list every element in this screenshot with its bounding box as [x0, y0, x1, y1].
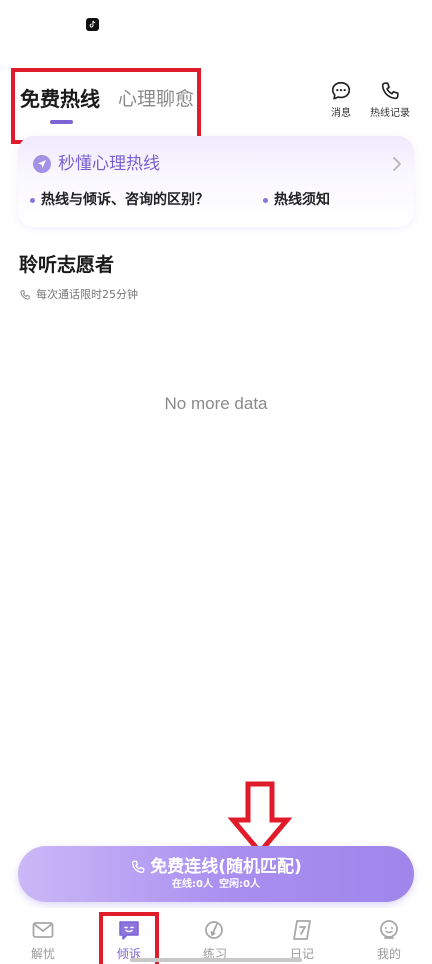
message-bubble-icon [331, 81, 351, 100]
idle-count: 空闲:0人 [219, 879, 260, 890]
home-indicator [130, 958, 302, 962]
nav-item-lianxi[interactable]: 练习 [185, 918, 245, 962]
section-subtitle: 每次通话限时25分钟 [19, 287, 138, 303]
mail-icon [32, 922, 54, 938]
messages-button[interactable]: 消息 [326, 80, 356, 119]
nav-label-wode: 我的 [376, 947, 401, 961]
messages-label: 消息 [331, 108, 351, 119]
nav-item-riji[interactable]: 日记 [272, 918, 332, 962]
phone-white-icon [132, 860, 145, 874]
link-hotline-notice[interactable]: 热线须知 [263, 190, 330, 210]
online-count: 在线:0人 [172, 879, 213, 890]
annotation-box-nav [99, 912, 159, 964]
link-hotline-notice-label: 热线须知 [274, 192, 330, 208]
nav-label-jieyou: 解忧 [30, 947, 55, 961]
chevron-right-icon[interactable] [392, 156, 402, 172]
bullet-dot [30, 197, 35, 203]
status-bar [0, 0, 432, 50]
free-connect-button[interactable]: 免费连线(随机匹配) 在线:0人 空闲:0人 [18, 846, 414, 902]
empty-list-text: No more data [164, 394, 268, 413]
nav-item-jieyou[interactable]: 解忧 [13, 918, 73, 962]
section-title: 聆听志愿者 [19, 254, 115, 276]
connect-main-row: 免费连线(随机匹配) [130, 856, 302, 878]
phone-small-icon [20, 290, 30, 300]
call-limit-text: 每次通话限时25分钟 [36, 288, 138, 301]
link-hotline-difference[interactable]: 热线与倾诉、咨询的区别？ [30, 190, 209, 210]
practice-icon [205, 921, 223, 939]
send-icon [33, 155, 51, 173]
phone-icon [381, 82, 399, 100]
card-title: 秒懂心理热线 [58, 154, 160, 174]
connect-label: 免费连线(随机匹配) [150, 857, 302, 877]
diary-icon [293, 920, 311, 940]
call-records-label: 热线记录 [370, 108, 410, 119]
call-records-button[interactable]: 热线记录 [364, 80, 416, 119]
annotation-arrow-down-icon [228, 781, 292, 856]
tiktok-icon [86, 18, 99, 31]
bottom-tab-bar: 解忧 倾诉 练习 日记 我的 [0, 908, 432, 964]
connect-status-row: 在线:0人 空闲:0人 [172, 878, 260, 892]
nav-item-wode[interactable]: 我的 [359, 918, 419, 962]
hotline-info-card[interactable]: 秒懂心理热线 热线与倾诉、咨询的区别？ 热线须知 [18, 136, 414, 227]
profile-icon [380, 920, 398, 939]
bullet-dot [263, 197, 268, 203]
link-hotline-difference-label: 热线与倾诉、咨询的区别？ [41, 192, 209, 208]
annotation-box-tabs [11, 68, 201, 144]
